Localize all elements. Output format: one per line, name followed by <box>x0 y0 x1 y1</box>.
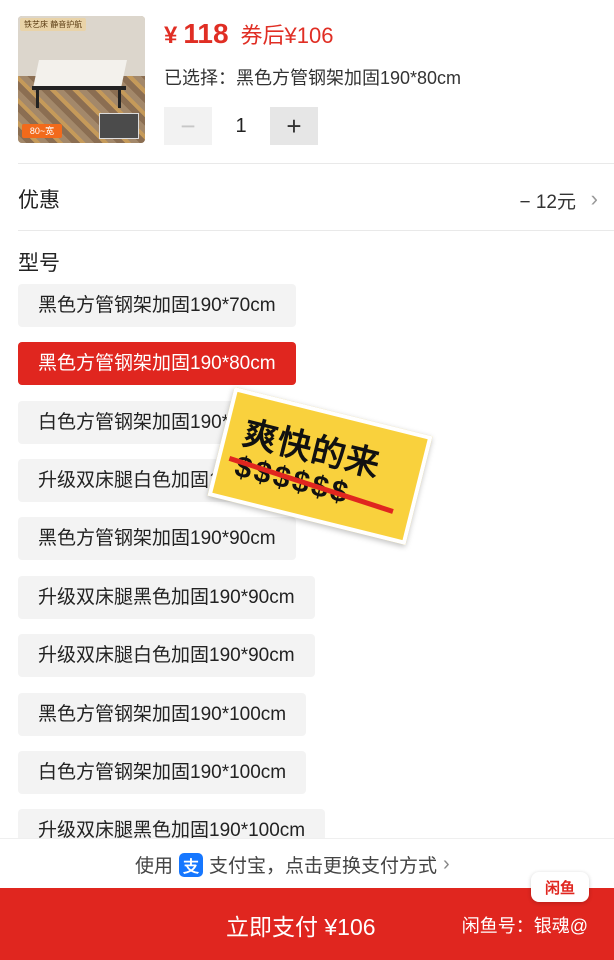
pay-now-button[interactable]: 立即支付 ¥106 <box>226 908 376 942</box>
payment-method-text: 支付宝，点击更换支付方式 <box>209 856 438 877</box>
product-thumbnail[interactable]: 铁艺床 静音护航 80~宽 <box>18 16 145 143</box>
model-option[interactable]: 黑色方管钢架加固190*100cm <box>18 693 307 736</box>
payment-method-row[interactable]: 使用 支 支付宝，点击更换支付方式 › <box>135 851 450 878</box>
price-symbol: ¥ <box>164 22 178 49</box>
selected-variant-text: 已选择：黑色方管钢架加固190*80cm <box>164 68 462 88</box>
thumbnail-width-badge: 80~宽 <box>22 124 62 138</box>
seller-id-text: 闲鱼号：银魂@ <box>461 916 588 936</box>
payment-prefix: 使用 <box>135 856 174 877</box>
bottom-pay-bar: 立即支付 ¥106 闲鱼号：银魂@ <box>0 888 614 960</box>
increase-quantity-button[interactable]: + <box>270 107 318 145</box>
price-value: 118 <box>183 18 229 49</box>
thumbnail-bed-leg <box>36 86 39 108</box>
model-option-selected[interactable]: 黑色方管钢架加固190*80cm <box>18 342 296 385</box>
model-option[interactable]: 升级双床腿黑色加固190*90cm <box>18 576 315 619</box>
model-option[interactable]: 黑色方管钢架加固190*90cm <box>18 517 296 560</box>
chevron-right-icon[interactable]: › <box>591 186 598 212</box>
model-option[interactable]: 黑色方管钢架加固190*70cm <box>18 284 296 327</box>
xianyu-logo-icon: 闲鱼 <box>531 872 589 902</box>
thumbnail-bed-frame <box>32 86 126 90</box>
divider <box>18 163 614 164</box>
model-option[interactable]: 升级双床腿白色加固190*90cm <box>18 634 315 677</box>
quantity-stepper: − 1 + <box>164 107 318 145</box>
payment-method-bar[interactable]: 使用 支 支付宝，点击更换支付方式 › <box>0 838 614 889</box>
coupon-price: 券后¥106 <box>240 23 334 48</box>
thumbnail-bed-leg <box>118 86 121 108</box>
quantity-value[interactable]: 1 <box>212 115 270 138</box>
price-row: ¥ 118 券后¥106 <box>164 18 333 54</box>
divider <box>18 230 614 231</box>
thumbnail-top-badge: 铁艺床 静音护航 <box>20 18 87 31</box>
alipay-icon: 支 <box>179 852 204 877</box>
thumbnail-inset-image <box>99 113 139 139</box>
model-section-title: 型号 <box>18 252 60 275</box>
chevron-right-icon: › <box>443 853 450 875</box>
discount-value[interactable]: − 12元 <box>519 187 576 214</box>
discount-label: 优惠 <box>18 189 60 212</box>
model-option[interactable]: 白色方管钢架加固190*100cm <box>18 751 307 794</box>
thumbnail-mattress <box>33 60 127 88</box>
decrease-quantity-button[interactable]: − <box>164 107 212 145</box>
